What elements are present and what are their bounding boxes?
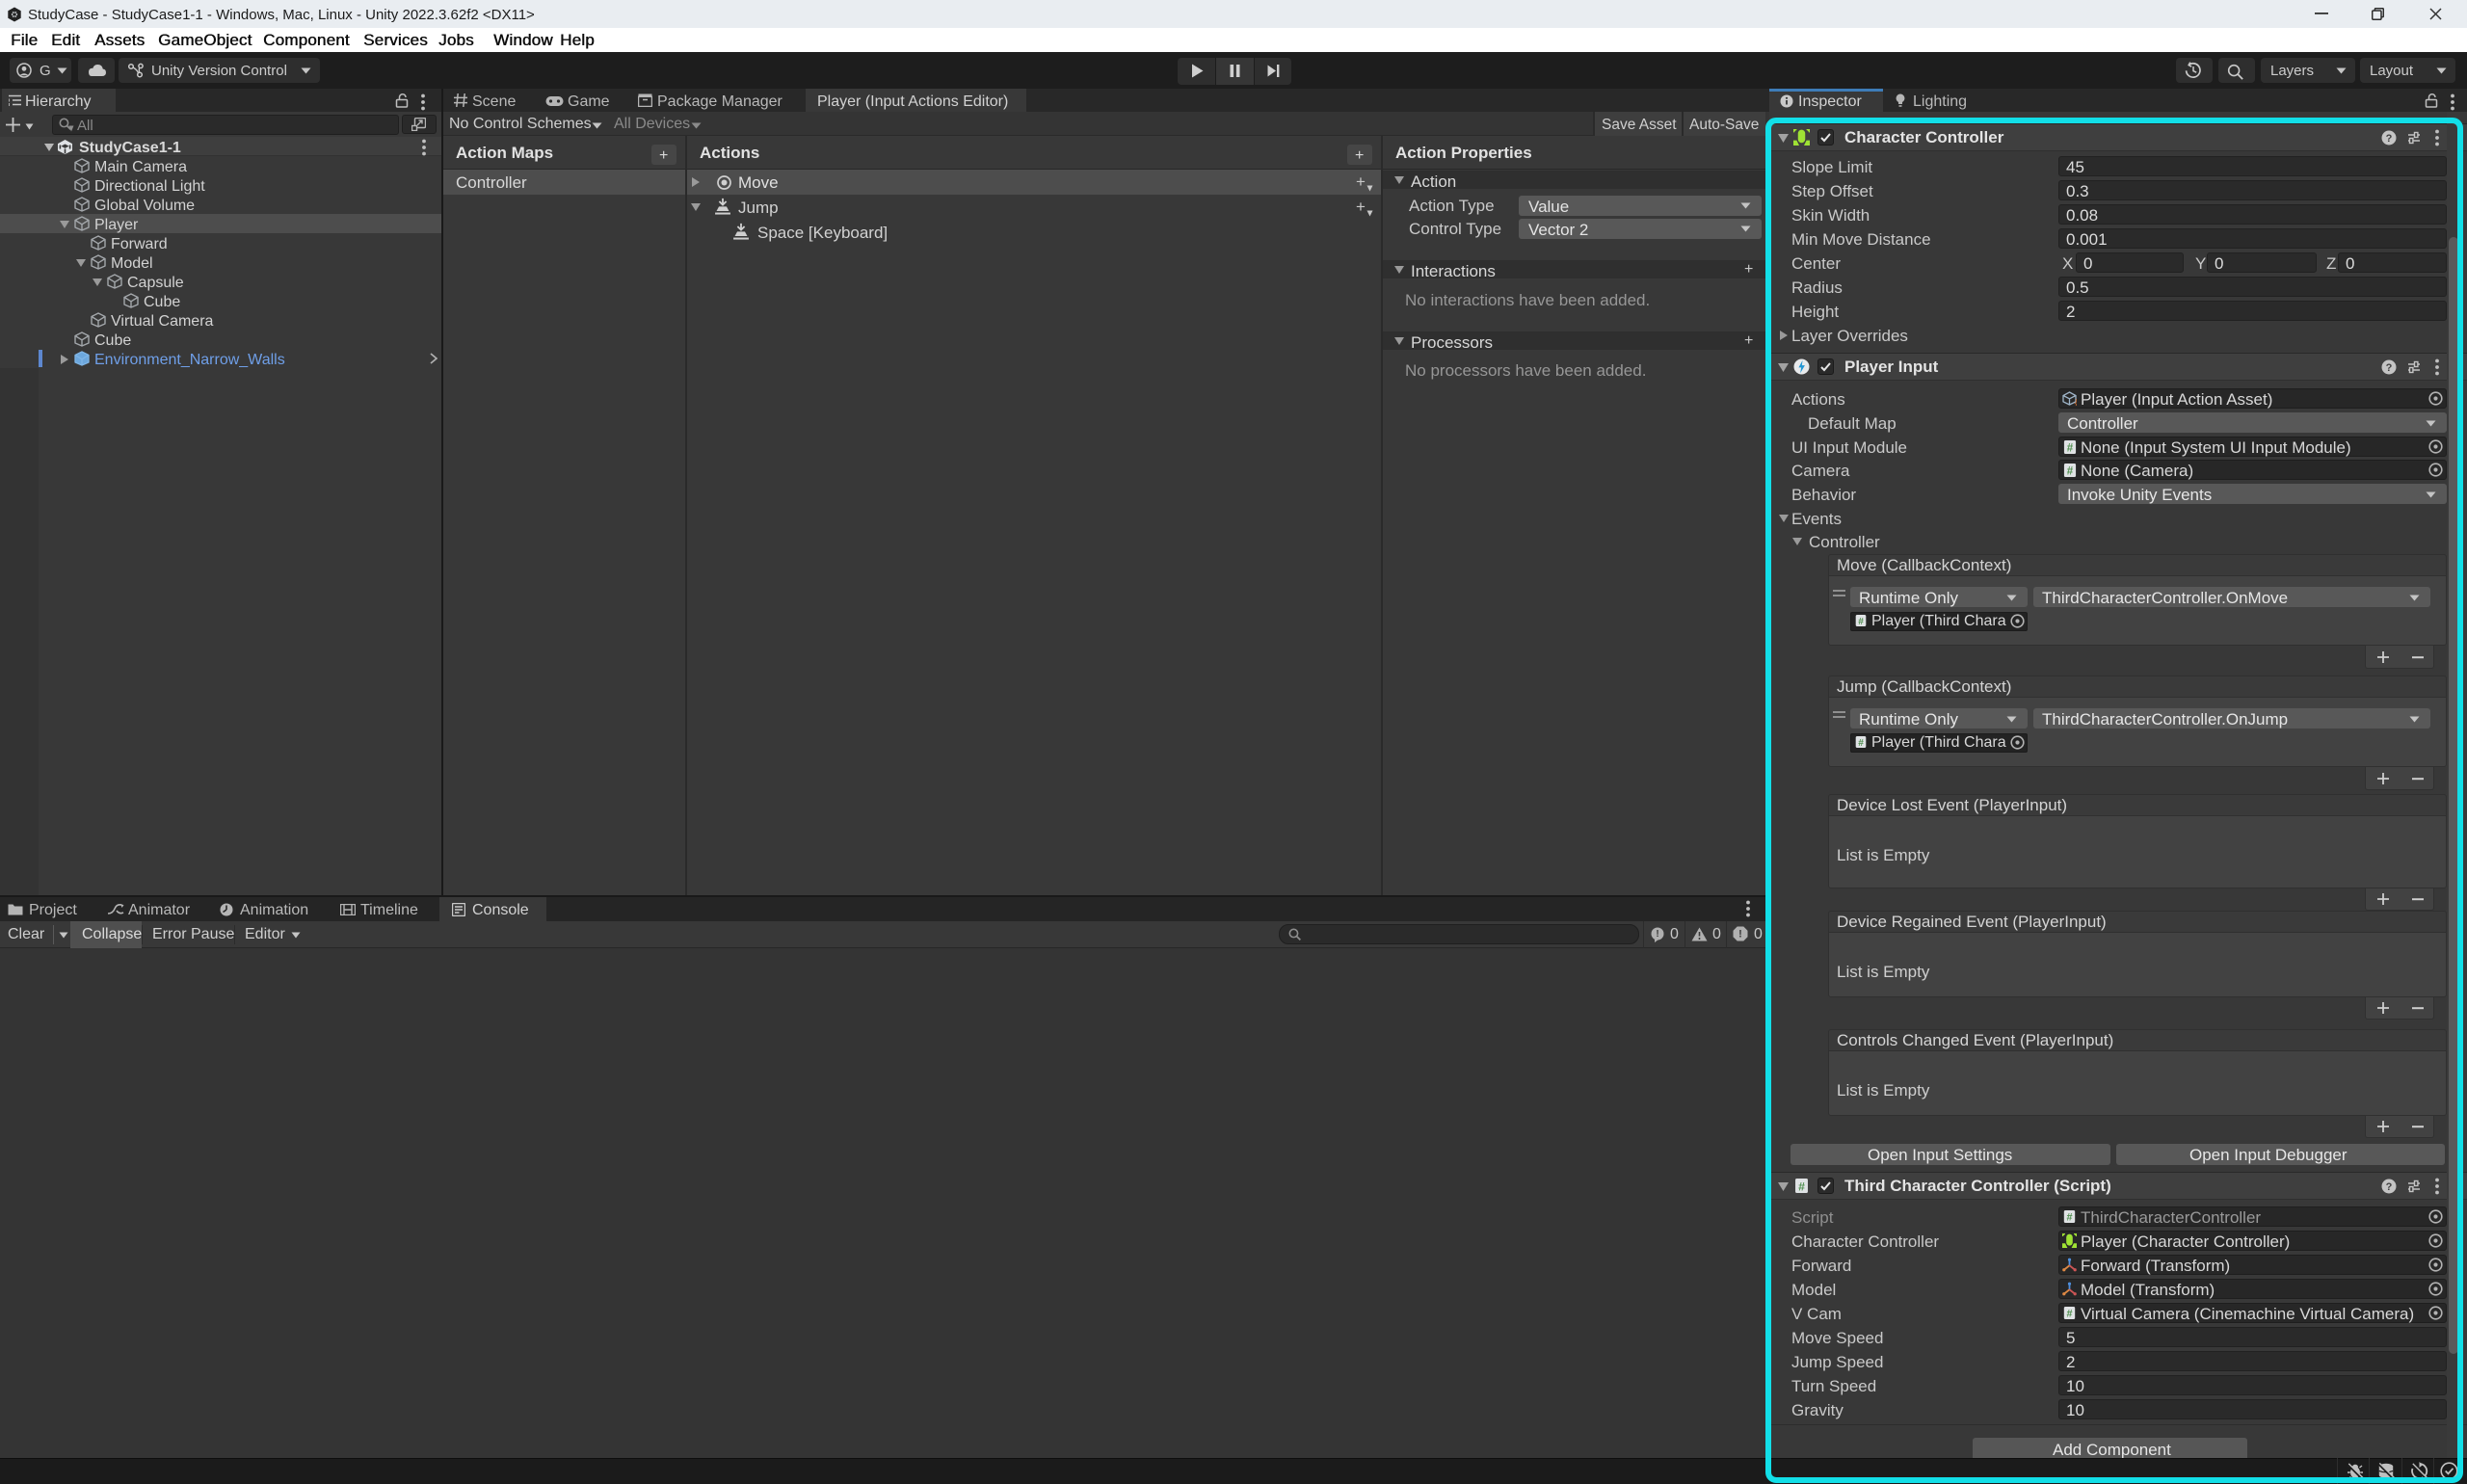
svg-text:!: ! bbox=[1738, 929, 1742, 941]
svg-text:!: ! bbox=[1656, 929, 1658, 940]
